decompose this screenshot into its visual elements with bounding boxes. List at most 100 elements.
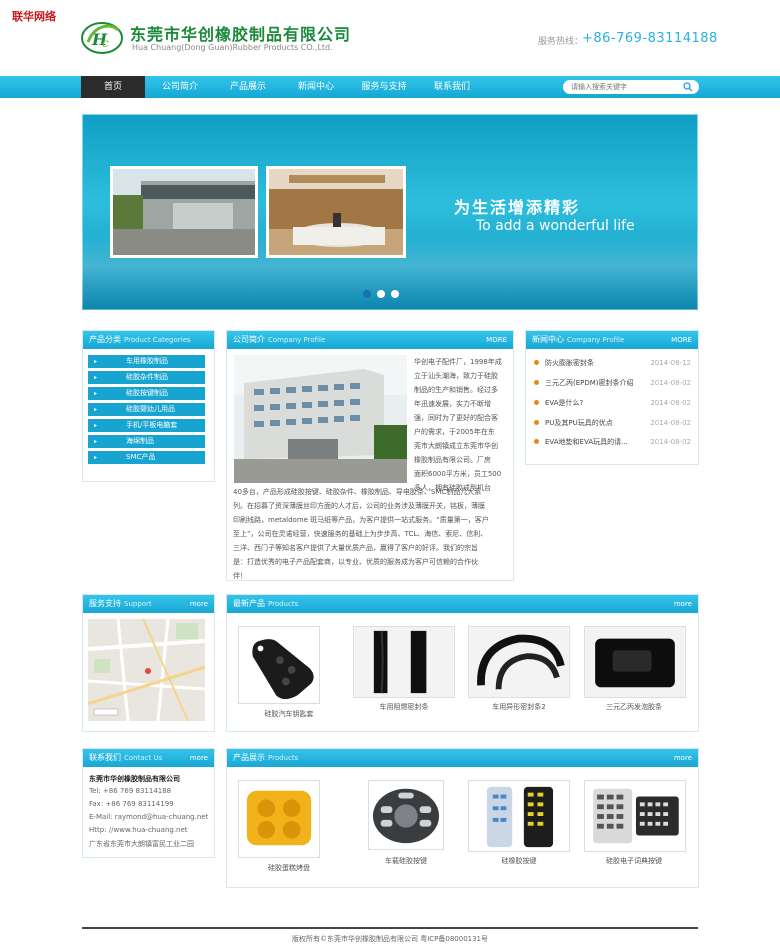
search-icon[interactable]	[683, 82, 693, 92]
profile-subtitle: Company Profile	[268, 336, 326, 344]
contact-website[interactable]: Http: //www.hua-chuang.net	[89, 826, 188, 834]
product-caption[interactable]: 硅胶蛋糕烤盘	[234, 863, 344, 873]
product-image-profile-seal[interactable]	[468, 626, 570, 698]
product-image-car-keypad[interactable]	[368, 780, 444, 850]
category-item-smc[interactable]: ▸ SMC产品	[88, 451, 205, 464]
company-logo[interactable]: H c	[80, 16, 124, 56]
arrow-icon: ▸	[94, 358, 98, 365]
product-image-rubber-keypad[interactable]	[468, 780, 570, 852]
profile-more-link[interactable]: MORE	[486, 331, 507, 349]
nav-news[interactable]: 新闻中心	[281, 76, 351, 98]
category-item-baby-products[interactable]: ▸ 硅胶婴幼儿用品	[88, 403, 205, 416]
profile-title-text: 公司简介	[233, 335, 265, 344]
category-item-sponge[interactable]: ▸ 海绵制品	[88, 435, 205, 448]
product-caption[interactable]: 硅橡胶按键	[464, 856, 574, 866]
support-more-link[interactable]: more	[190, 595, 208, 613]
profile-title: 公司简介 Company Profile MORE	[227, 331, 513, 349]
product-caption[interactable]: 硅胶电子词典按键	[579, 856, 689, 866]
arrow-icon: ▸	[94, 438, 98, 445]
profile-line: 列。在招募了资深薄膜丝印方面的人才后，公司的业务涉及薄膜开关，铭板，薄膜	[233, 502, 485, 510]
profile-text-narrow: 华创电子配件厂，1998年成 立于汕头潮海，致力于硅胶 制品的生产和销售。经过多…	[414, 355, 509, 495]
contact-company: 东莞市华创橡胶制品有限公司	[89, 775, 180, 783]
slide-dot-2[interactable]	[377, 290, 385, 298]
profile-line: 华创电子配件厂，1998年成	[414, 358, 502, 366]
news-item[interactable]: PU及其PU玩具的优点 2014-08-02	[531, 413, 691, 433]
banner-slogan-cn: 为生活增添精彩	[454, 198, 581, 217]
hotline-label: 服务热线：	[538, 37, 584, 47]
profile-line: 印刷线路，metaldome 斑马纸等产品，为客户提供一站式服务。“质量第一，客…	[233, 516, 489, 524]
contact-tel: Tel: +86 769 83114188	[89, 787, 172, 795]
showcase-title-text: 产品展示	[233, 753, 265, 762]
news-subtitle: Company Profile	[567, 336, 625, 344]
profile-line: 面积6000平方米，员工500	[414, 470, 502, 478]
product-caption[interactable]: 三元乙丙发泡胶条	[579, 702, 689, 712]
slide-dot-3[interactable]	[391, 290, 399, 298]
nav-service-support[interactable]: 服务与支持	[349, 76, 419, 98]
slide-dot-1[interactable]	[363, 290, 371, 298]
bullet-icon	[534, 420, 539, 425]
news-item-title[interactable]: 防火膨胀密封条	[545, 353, 641, 373]
category-item-auto-rubber[interactable]: ▸ 车用橡胶制品	[88, 355, 205, 368]
support-subtitle: Support	[124, 600, 152, 608]
category-label: SMC产品	[126, 453, 156, 461]
contact-more-link[interactable]: more	[190, 749, 208, 767]
news-item-title[interactable]: EVA地垫和EVA玩具的请...	[545, 432, 641, 452]
product-image-dictionary-keypad[interactable]	[584, 780, 686, 852]
news-item[interactable]: EVA地垫和EVA玩具的请... 2014-08-02	[531, 432, 691, 452]
category-label: 硅胶按键制品	[126, 389, 168, 397]
profile-line: 年迅速发展，实力不断增	[414, 400, 491, 408]
news-item[interactable]: 三元乙丙(EPDM)密封条介绍 2014-08-02	[531, 373, 691, 393]
product-caption[interactable]: 硅胶汽车钥匙套	[234, 709, 344, 719]
nav-home[interactable]: 首页	[81, 76, 145, 98]
news-item-date: 2014-08-02	[650, 399, 691, 407]
contact-address: 广东省东莞市大朗镇富民工业二园	[89, 840, 194, 848]
product-image-flame-seal[interactable]	[353, 626, 455, 698]
nav-contact[interactable]: 联系我们	[417, 76, 487, 98]
contact-title: 联系我们 Contact Us more	[83, 749, 214, 767]
search-input[interactable]	[571, 82, 679, 92]
product-caption[interactable]: 车载硅胶按键	[351, 856, 461, 866]
contact-fax: Fax: +86 769 83114199	[89, 800, 174, 808]
latest-more-link[interactable]: more	[674, 595, 692, 613]
news-item[interactable]: 防火膨胀密封条 2014-08-12	[531, 353, 691, 373]
news-item-date: 2014-08-02	[650, 438, 691, 446]
profile-line: 莞市大朗镇成立东莞市华创	[414, 442, 498, 450]
company-name-cn: 东莞市华创橡胶制品有限公司	[130, 25, 352, 44]
nav-products[interactable]: 产品展示	[213, 76, 283, 98]
nav-company-profile[interactable]: 公司简介	[145, 76, 215, 98]
hotline-number: +86-769-83114188	[582, 31, 718, 46]
category-label: 手机/平板电脑套	[126, 421, 178, 429]
product-image-key-cover[interactable]	[238, 626, 320, 704]
profile-line: 户的需求，于2005年在东	[414, 428, 495, 436]
product-image-cake-tray[interactable]	[238, 780, 320, 858]
bullet-icon	[534, 360, 539, 365]
news-item-title[interactable]: PU及其PU玩具的优点	[545, 413, 641, 433]
location-map[interactable]	[88, 619, 205, 721]
arrow-icon: ▸	[94, 374, 98, 381]
arrow-icon: ▸	[94, 406, 98, 413]
profile-line: 是：打造优秀的电子产品配套商，以专业、优质的服务成为客户可信赖的合作伙	[233, 558, 478, 566]
company-name-en: Hua Chuang(Dong Guan)Rubber Products CO.…	[132, 43, 333, 52]
category-item-phone-tablet-case[interactable]: ▸ 手机/平板电脑套	[88, 419, 205, 432]
news-more-link[interactable]: MORE	[671, 331, 692, 349]
profile-line: 橡胶制品有限公司。厂房	[414, 456, 491, 464]
categories-title: 产品分类 Product Categories	[83, 331, 214, 349]
arrow-icon: ▸	[94, 454, 98, 461]
latest-subtitle: Products	[268, 600, 299, 608]
latest-title-text: 最新产品	[233, 599, 265, 608]
factory-gate-photo	[110, 166, 258, 258]
category-item-silicone-parts[interactable]: ▸ 硅胶杂件制品	[88, 371, 205, 384]
showcase-more-link[interactable]: more	[674, 749, 692, 767]
product-caption[interactable]: 车用异形密封条2	[464, 702, 574, 712]
product-caption[interactable]: 车用阻燃密封条	[349, 702, 459, 712]
profile-line: 立于汕头潮海，致力于硅胶	[414, 372, 498, 380]
support-title-text: 服务支持	[89, 599, 121, 608]
product-image-epdm-foam[interactable]	[584, 626, 686, 698]
contact-title-text: 联系我们	[89, 753, 121, 762]
news-item[interactable]: EVA是什么? 2014-08-02	[531, 393, 691, 413]
contact-email[interactable]: E-Mail: raymond@hua-chuang.net	[89, 813, 208, 821]
news-item-title[interactable]: 三元乙丙(EPDM)密封条介绍	[545, 373, 641, 393]
category-label: 硅胶杂件制品	[126, 373, 168, 381]
category-item-silicone-keypad[interactable]: ▸ 硅胶按键制品	[88, 387, 205, 400]
news-item-title[interactable]: EVA是什么?	[545, 393, 641, 413]
